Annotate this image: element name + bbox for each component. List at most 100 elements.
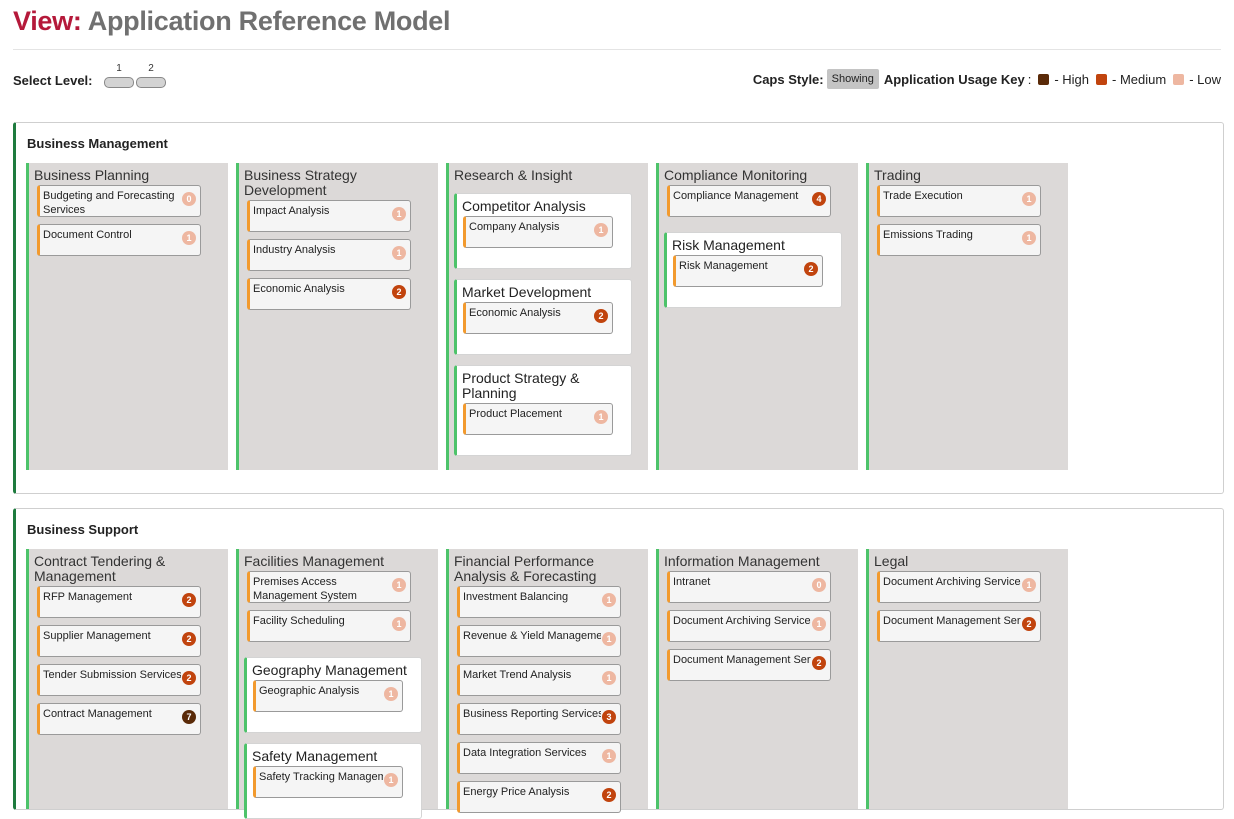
- app-name: Market Trend Analysis: [463, 669, 572, 681]
- app-card[interactable]: RFP Management 2: [37, 586, 201, 618]
- view-title: Application Reference Model: [87, 6, 451, 36]
- sub-capability-title: Competitor Analysis: [462, 198, 586, 214]
- app-name: Document Management Services: [673, 654, 811, 666]
- app-name: Tender Submission Services: [43, 669, 181, 681]
- app-card[interactable]: Economic Analysis 2: [247, 278, 411, 310]
- sub-capability-safety-management[interactable]: Safety Management Safety Tracking Manage…: [244, 743, 422, 819]
- level-1-pill[interactable]: [104, 77, 134, 88]
- capability-information-management[interactable]: Information Management Intranet 0 Docume…: [656, 549, 858, 809]
- app-card[interactable]: Impact Analysis 1: [247, 200, 411, 232]
- app-card[interactable]: Revenue & Yield Management 1: [457, 625, 621, 657]
- usage-badge: 1: [1022, 231, 1036, 245]
- sub-capability-risk-management[interactable]: Risk Management Risk Management 2: [664, 232, 842, 308]
- usage-badge: 1: [812, 617, 826, 631]
- app-card[interactable]: Contract Management 7: [37, 703, 201, 735]
- capability-business-strategy-development[interactable]: Business Strategy Development Impact Ana…: [236, 163, 438, 470]
- app-card[interactable]: Intranet 0: [667, 571, 831, 603]
- capability-title: Information Management: [664, 553, 820, 569]
- usage-badge: 2: [594, 309, 608, 323]
- sub-capability-product-strategy-planning[interactable]: Product Strategy & Planning Product Plac…: [454, 365, 632, 456]
- usage-badge: 2: [182, 593, 196, 607]
- usage-badge: 4: [812, 192, 826, 206]
- app-name: Emissions Trading: [883, 229, 973, 241]
- usage-badge: 2: [602, 788, 616, 802]
- capability-financial-performance-analysis[interactable]: Financial Performance Analysis & Forecas…: [446, 549, 648, 813]
- section-business-support: Business Support Contract Tendering & Ma…: [13, 508, 1224, 819]
- app-card[interactable]: Document Archiving Services 1: [877, 571, 1041, 603]
- app-card[interactable]: Compliance Management 4: [667, 185, 831, 217]
- usage-badge: 1: [392, 246, 406, 260]
- sub-capability-title: Market Development: [462, 284, 592, 300]
- capability-trading[interactable]: Trading Trade Execution 1 Emissions Trad…: [866, 163, 1068, 470]
- app-card[interactable]: Document Management Services 2: [667, 649, 831, 681]
- usage-badge: 2: [182, 632, 196, 646]
- capability-title: Business Planning: [34, 167, 150, 183]
- app-card[interactable]: Data Integration Services 1: [457, 742, 621, 774]
- app-name: Safety Tracking Management: [259, 771, 383, 783]
- app-card[interactable]: Budgeting and Forecasting Services 0: [37, 185, 201, 217]
- app-card[interactable]: Tender Submission Services 2: [37, 664, 201, 696]
- app-card[interactable]: Trade Execution 1: [877, 185, 1041, 217]
- sub-capability-competitor-analysis[interactable]: Competitor Analysis Company Analysis 1: [454, 193, 632, 269]
- level-2-label: 2: [148, 63, 154, 74]
- app-card[interactable]: Company Analysis 1: [463, 216, 613, 248]
- app-card[interactable]: Economic Analysis 2: [463, 302, 613, 334]
- level-1-toggle[interactable]: 1: [104, 63, 134, 88]
- usage-badge: 1: [602, 593, 616, 607]
- usage-badge: 1: [594, 410, 608, 424]
- app-card[interactable]: Facility Scheduling 1: [247, 610, 411, 642]
- capability-facilities-management[interactable]: Facilities Management Premises Access Ma…: [236, 549, 438, 819]
- app-card[interactable]: Document Archiving Services 1: [667, 610, 831, 642]
- app-card[interactable]: Industry Analysis 1: [247, 239, 411, 271]
- usage-badge: 2: [812, 656, 826, 670]
- usage-badge: 1: [602, 671, 616, 685]
- caps-style-button[interactable]: Showing: [826, 69, 879, 89]
- high-swatch: [1038, 73, 1050, 85]
- capability-compliance-monitoring[interactable]: Compliance Monitoring Compliance Managem…: [656, 163, 858, 470]
- capability-contract-tendering-management[interactable]: Contract Tendering & Management RFP Mana…: [26, 549, 228, 809]
- capability-title: Facilities Management: [244, 553, 385, 569]
- app-card[interactable]: Safety Tracking Management 1: [253, 766, 403, 798]
- usage-key-label: Application Usage Key: [883, 71, 1025, 87]
- app-card[interactable]: Supplier Management 2: [37, 625, 201, 657]
- app-name: Intranet: [673, 576, 711, 588]
- capability-legal[interactable]: Legal Document Archiving Services 1 Docu…: [866, 549, 1068, 809]
- level-2-toggle[interactable]: 2: [136, 63, 166, 88]
- app-card[interactable]: Document Control 1: [37, 224, 201, 256]
- level-2-pill[interactable]: [136, 77, 166, 88]
- capability-title: Contract Tendering & Management: [34, 553, 166, 584]
- app-card[interactable]: Product Placement 1: [463, 403, 613, 435]
- app-name: Contract Management: [43, 708, 152, 720]
- usage-badge: 2: [182, 671, 196, 685]
- app-name: Premises Access Management System: [253, 576, 357, 602]
- app-name: Budgeting and Forecasting Services: [43, 190, 175, 216]
- sub-capability-market-development[interactable]: Market Development Economic Analysis 2: [454, 279, 632, 355]
- sub-capability-title: Safety Management: [252, 748, 378, 764]
- capability-title: Legal: [874, 553, 909, 569]
- section-title: Business Support: [27, 522, 139, 537]
- medium-swatch: [1096, 73, 1108, 85]
- section-business-management: Business Management Business Planning Bu…: [13, 122, 1224, 494]
- capability-business-planning[interactable]: Business Planning Budgeting and Forecast…: [26, 163, 228, 470]
- usage-badge: 1: [1022, 192, 1036, 206]
- app-name: Document Management Services: [883, 615, 1021, 627]
- app-card[interactable]: Emissions Trading 1: [877, 224, 1041, 256]
- app-card[interactable]: Business Reporting Services 3: [457, 703, 621, 735]
- app-card[interactable]: Geographic Analysis 1: [253, 680, 403, 712]
- select-level-label: Select Level:: [13, 73, 93, 88]
- sub-capability-geography-management[interactable]: Geography Management Geographic Analysis…: [244, 657, 422, 733]
- capability-title: Research & Insight: [454, 167, 573, 183]
- low-key-label: - Low: [1189, 71, 1221, 87]
- usage-badge: 7: [182, 710, 196, 724]
- app-card[interactable]: Document Management Services 2: [877, 610, 1041, 642]
- app-card[interactable]: Risk Management 2: [673, 255, 823, 287]
- usage-badge: 1: [1022, 578, 1036, 592]
- app-card[interactable]: Investment Balancing 1: [457, 586, 621, 618]
- app-name: RFP Management: [43, 591, 133, 603]
- app-name: Document Archiving Services: [673, 615, 811, 627]
- app-card[interactable]: Market Trend Analysis 1: [457, 664, 621, 696]
- app-card[interactable]: Premises Access Management System 1: [247, 571, 411, 603]
- capability-research-insight[interactable]: Research & Insight Competitor Analysis C…: [446, 163, 648, 470]
- app-card[interactable]: Energy Price Analysis 2: [457, 781, 621, 813]
- section-title: Business Management: [27, 136, 168, 151]
